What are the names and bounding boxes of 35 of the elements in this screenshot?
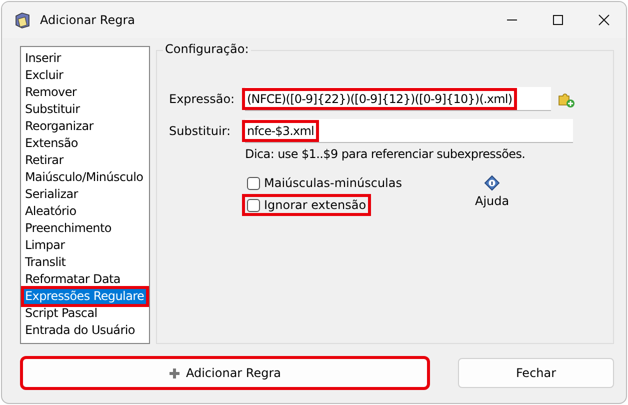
rule-list-item[interactable]: Substituir	[23, 101, 147, 118]
rule-list-item[interactable]: Retirar	[23, 152, 147, 169]
rule-list-item[interactable]: Extensão	[23, 135, 147, 152]
rule-list-item[interactable]: Script Pascal	[23, 305, 147, 322]
hint-text: Dica: use $1..$9 para referenciar subexpressões.	[245, 147, 526, 161]
close-icon[interactable]	[598, 14, 610, 26]
rule-list-item[interactable]: Preenchimento	[23, 220, 147, 237]
rule-list-item[interactable]: Aleatório	[23, 203, 147, 220]
rule-list-item[interactable]: Serializar	[23, 186, 147, 203]
folder-icon	[14, 11, 32, 29]
replace-field[interactable]: nfce-$3.xml	[245, 119, 573, 143]
rule-list-item[interactable]: Reformatar Data	[23, 271, 147, 288]
add-rule-button[interactable]: Adicionar Regra	[22, 358, 428, 388]
help-button[interactable]: Ajuda	[475, 175, 510, 213]
window-title: Adicionar Regra	[40, 13, 136, 27]
info-icon	[484, 175, 500, 191]
group-title: Configuração:	[163, 42, 251, 56]
close-button[interactable]: Fechar	[458, 358, 614, 388]
checkbox-option[interactable]: Maiúsculas-minúsculas	[245, 175, 404, 191]
rule-list-item[interactable]: Expressões Regulare	[23, 288, 147, 305]
rule-list-item[interactable]: Entrada do Usuário	[23, 322, 147, 339]
rule-list-item[interactable]: Reorganizar	[23, 118, 147, 135]
rule-list-item[interactable]: Maiúsculo/Minúsculo	[23, 169, 147, 186]
maximize-icon[interactable]	[552, 14, 564, 26]
rule-list-item[interactable]: Excluir	[23, 67, 147, 84]
field-label: Expressão:	[169, 92, 236, 106]
checkbox-option[interactable]: Ignorar extensão	[245, 197, 368, 213]
rule-list-item[interactable]: Remover	[23, 84, 147, 101]
field-label: Substituir:	[169, 124, 232, 138]
rule-list-item[interactable]: Translit	[23, 254, 147, 271]
rule-list[interactable]	[20, 46, 150, 344]
plus-icon	[168, 368, 180, 378]
rule-list-item[interactable]: Limpar	[23, 237, 147, 254]
expression-field[interactable]: (NFCE)([0-9]{22})([0-9]{12})([0-9]{10})(.xml)	[245, 87, 551, 111]
rule-list-item[interactable]: Inserir	[23, 50, 147, 67]
